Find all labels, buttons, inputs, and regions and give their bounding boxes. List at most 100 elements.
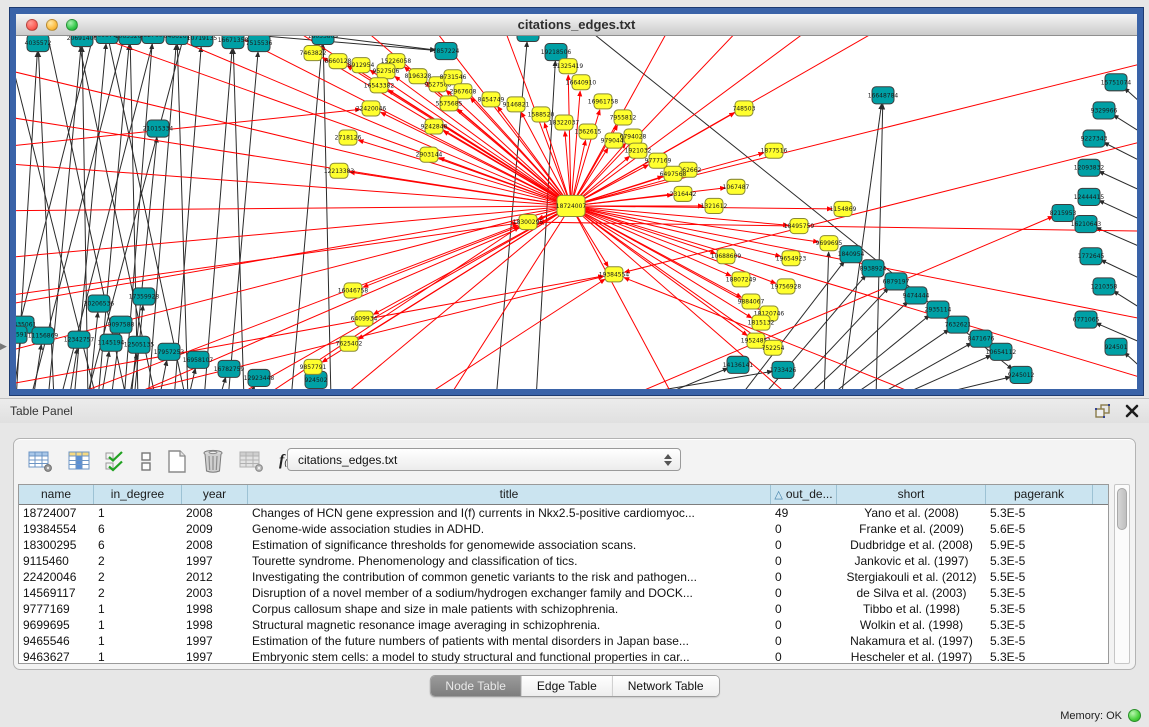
graph-node-7955812[interactable]: 7955812	[610, 110, 637, 125]
table-cell[interactable]: Nakamura et al. (1997)	[837, 633, 986, 649]
graph-node-16210643[interactable]: 16210643	[1071, 216, 1102, 233]
graph-node-8813054[interactable]: 8813054	[515, 36, 542, 42]
table-cell[interactable]: 5.3E-5	[986, 617, 1093, 633]
table-row[interactable]: 969969511998Structural magnetic resonanc…	[19, 617, 1108, 633]
table-cell[interactable]: Hescheler et al. (1997)	[837, 649, 986, 664]
table-cell[interactable]: Changes of HCN gene expression and I(f) …	[248, 505, 771, 521]
table-cell[interactable]: Tibbo et al. (1998)	[837, 601, 986, 617]
graph-node-9329966[interactable]: 9329966	[1091, 102, 1118, 119]
graph-node-16958107[interactable]: 16958107	[183, 351, 214, 368]
graph-node-9884067[interactable]: 9884067	[738, 294, 765, 309]
graph-node-14136141[interactable]: 14136141	[723, 356, 754, 373]
graph-node-9227343[interactable]: 9227343	[1081, 130, 1108, 147]
column-header-in_degree[interactable]: in_degree	[94, 485, 182, 504]
graph-node-1210358[interactable]: 1210358	[1091, 278, 1118, 295]
table-row[interactable]: 911546021997Tourette syndrome. Phenomeno…	[19, 553, 1108, 569]
table-cell[interactable]: Wolkin et al. (1998)	[837, 617, 986, 633]
graph-node-16782759[interactable]: 16782759	[214, 360, 245, 377]
table-cell[interactable]: 5.6E-5	[986, 521, 1093, 537]
table-cell[interactable]: 9699695	[19, 617, 94, 633]
table-cell[interactable]: 5.9E-5	[986, 537, 1093, 553]
table-selector-dropdown[interactable]: citations_edges.txt	[287, 448, 681, 471]
column-header-out_de[interactable]: △out_de...	[771, 485, 837, 504]
table-cell[interactable]: 18300295	[19, 537, 94, 553]
table-cell[interactable]: 14569117	[19, 585, 94, 601]
table-cell[interactable]: Genome-wide association studies in ADHD.	[248, 521, 771, 537]
table-cell[interactable]: 6	[94, 537, 182, 553]
table-cell[interactable]: 1997	[182, 633, 248, 649]
table-cell[interactable]: 19384554	[19, 521, 94, 537]
table-cell[interactable]: 1	[94, 505, 182, 521]
rows-icon[interactable]	[140, 451, 152, 472]
table-cell[interactable]: 0	[771, 633, 837, 649]
graph-node-16640910[interactable]: 16640910	[566, 75, 597, 90]
table-cell[interactable]: 5.3E-5	[986, 505, 1093, 521]
graph-node-1527607[interactable]: 1527607	[140, 36, 167, 44]
table-cell[interactable]: 2003	[182, 585, 248, 601]
control-panel-expander-icon[interactable]: ▶	[0, 341, 7, 352]
graph-node-19756928[interactable]: 19756928	[771, 279, 802, 294]
graph-node-7515536[interactable]: 7515536	[246, 36, 273, 52]
graph-node-19654923[interactable]: 19654923	[776, 251, 807, 266]
graph-node-748503[interactable]: 748503	[733, 101, 756, 116]
graph-node-11156869[interactable]: 11156869	[28, 327, 59, 344]
graph-node-1877516[interactable]: 1877516	[761, 143, 788, 158]
table-cell[interactable]: 2	[94, 569, 182, 585]
zoom-window-button[interactable]	[66, 19, 78, 31]
graph-node-10654112[interactable]: 10654112	[986, 343, 1017, 360]
table-row[interactable]: 946554611997Estimation of the future num…	[19, 633, 1108, 649]
table-row[interactable]: 1938455462009Genome-wide association stu…	[19, 521, 1108, 537]
table-cell[interactable]: Yano et al. (2008)	[837, 505, 986, 521]
table-cell[interactable]: 2	[94, 553, 182, 569]
table-cell[interactable]: Franke et al. (2009)	[837, 521, 986, 537]
table-cell[interactable]: Corpus callosum shape and size in male p…	[248, 601, 771, 617]
graph-node-12342757[interactable]: 12342757	[64, 331, 95, 348]
column-header-short[interactable]: short	[837, 485, 986, 504]
window-titlebar[interactable]: citations_edges.txt	[16, 14, 1137, 36]
table-row[interactable]: 1456911722003Disruption of a novel membe…	[19, 585, 1108, 601]
table-row[interactable]: 2242004622012Investigating the contribut…	[19, 569, 1108, 585]
minimize-window-button[interactable]	[46, 19, 58, 31]
row-selection-icon[interactable]	[105, 451, 125, 472]
graph-node-19218506[interactable]: 19218506	[541, 44, 572, 61]
graph-node-12923448[interactable]: 12923448	[244, 369, 275, 386]
graph-node-16033809[interactable]: 16033809	[308, 36, 339, 45]
graph-node-10688609[interactable]: 10688609	[711, 249, 742, 264]
graph-node-9245012[interactable]: 9245012	[1008, 366, 1035, 383]
table-cell[interactable]: 9777169	[19, 601, 94, 617]
delete-column-icon[interactable]	[202, 449, 224, 473]
graph-node-2718126[interactable]: 2718126	[335, 130, 362, 145]
column-header-pagerank[interactable]: pagerank	[986, 485, 1093, 504]
table-cell[interactable]: 5.3E-5	[986, 553, 1093, 569]
graph-node-6771065[interactable]: 6771065	[1073, 311, 1100, 328]
table-cell[interactable]: Tourette syndrome. Phenomenology and cla…	[248, 553, 771, 569]
graph-node-10719135[interactable]: 10719135	[187, 36, 218, 47]
close-window-button[interactable]	[26, 19, 38, 31]
table-cell[interactable]: 2008	[182, 505, 248, 521]
table-cell[interactable]: 1	[94, 633, 182, 649]
table-row[interactable]: 946362711997Embryonic stem cells: a mode…	[19, 649, 1108, 664]
table-cell[interactable]: 0	[771, 569, 837, 585]
graph-node-1321612[interactable]: 1321612	[701, 198, 728, 213]
table-cell[interactable]: 1	[94, 649, 182, 664]
table-cell[interactable]: Structural magnetic resonance image aver…	[248, 617, 771, 633]
select-columns-icon[interactable]	[68, 451, 90, 471]
float-panel-button[interactable]	[1094, 403, 1111, 419]
table-cell[interactable]: Jankovic et al. (1997)	[837, 553, 986, 569]
graph-node-16671358[interactable]: 16671358	[218, 36, 249, 49]
graph-node-6879197[interactable]: 6879197	[883, 273, 910, 290]
table-cell[interactable]: 5.3E-5	[986, 649, 1093, 664]
table-cell[interactable]: Investigating the contribution of common…	[248, 569, 771, 585]
table-cell[interactable]: 2008	[182, 537, 248, 553]
graph-node-7857224[interactable]: 7857224	[433, 43, 460, 60]
table-cell[interactable]: Embryonic stem cells: a model to study s…	[248, 649, 771, 664]
graph-node-17359928[interactable]: 17359928	[129, 288, 160, 305]
table-cell[interactable]: 1997	[182, 553, 248, 569]
tab-node-table[interactable]: Node Table	[430, 676, 522, 696]
table-cell[interactable]: 2009	[182, 521, 248, 537]
table-cell[interactable]: 1	[94, 617, 182, 633]
tab-network-table[interactable]: Network Table	[613, 676, 719, 696]
table-cell[interactable]: Stergiakouli et al. (2012)	[837, 569, 986, 585]
graph-node-9699695[interactable]: 9699695	[816, 236, 843, 251]
graph-node-1067487[interactable]: 1067487	[723, 179, 750, 194]
